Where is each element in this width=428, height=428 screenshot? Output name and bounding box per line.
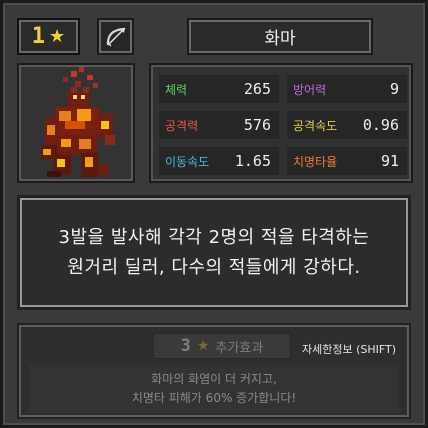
stat-crit-rate-value: 91	[380, 152, 399, 170]
stat-hp-label: 체력	[165, 82, 188, 97]
stat-crit-rate: 치명타율 91	[287, 147, 407, 175]
stat-attack-speed-value: 0.96	[362, 116, 399, 134]
stat-move-speed-value: 1.65	[234, 152, 271, 170]
stat-attack: 공격력 576	[159, 111, 279, 139]
stat-crit-rate-label: 치명타율	[293, 154, 338, 169]
stat-attack-value: 576	[243, 116, 271, 134]
stat-hp: 체력 265	[159, 75, 279, 103]
description-line-1: 3발을 발사해 각각 2명의 적을 타격하는	[58, 226, 370, 248]
unit-portrait	[17, 63, 135, 183]
stats-panel: 체력 265 방어력 9 공격력 576 공격속도 0.96 이동속도 1.65…	[149, 63, 413, 183]
stat-move-speed: 이동속도 1.65	[159, 147, 279, 175]
unit-description: 3발을 발사해 각각 2명의 적을 타격하는 원거리 딜러, 다수의 적들에게 …	[17, 195, 411, 310]
bonus-effect-label: 추가효과	[215, 340, 264, 356]
description-line-2: 원거리 딜러, 다수의 적들에게 강하다.	[67, 256, 361, 278]
stat-defense: 방어력 9	[287, 75, 407, 103]
bonus-line-1: 화마의 화염이 더 커지고,	[151, 372, 277, 386]
detail-info-hint[interactable]: 자세한정보 (SHIFT)	[302, 341, 396, 357]
bonus-line-2: 치명타 피해가 60% 증가합니다!	[131, 391, 297, 405]
stat-defense-value: 9	[389, 80, 399, 98]
bonus-effect-panel: 3 ★ 추가효과 자세한정보 (SHIFT) 화마의 화염이 더 커지고, 치명…	[17, 323, 411, 419]
bonus-star-icon: ★	[196, 338, 210, 354]
stat-defense-label: 방어력	[293, 82, 327, 97]
stat-hp-value: 265	[243, 80, 271, 98]
bonus-effect-description: 화마의 화염이 더 커지고, 치명타 피해가 60% 증가합니다!	[29, 365, 399, 413]
stat-attack-speed: 공격속도 0.96	[287, 111, 407, 139]
unit-info-panel: 1 ★ 화마 체력 265 방어력 9 공격력 576 공격속도 0.96 이동…	[0, 0, 428, 428]
level-number: 1	[31, 24, 46, 49]
unit-name: 화마	[187, 18, 373, 55]
stat-attack-speed-label: 공격속도	[293, 118, 338, 133]
stat-attack-label: 공격력	[165, 118, 199, 133]
level-badge: 1 ★	[17, 18, 80, 55]
bonus-effect-tag: 3 ★ 추가효과	[153, 333, 291, 359]
bow-icon	[97, 18, 134, 55]
bonus-star-count: 3	[180, 336, 191, 356]
stat-move-speed-label: 이동속도	[165, 154, 210, 169]
fire-demon-sprite	[41, 67, 115, 177]
level-star-icon: ★	[49, 25, 66, 47]
